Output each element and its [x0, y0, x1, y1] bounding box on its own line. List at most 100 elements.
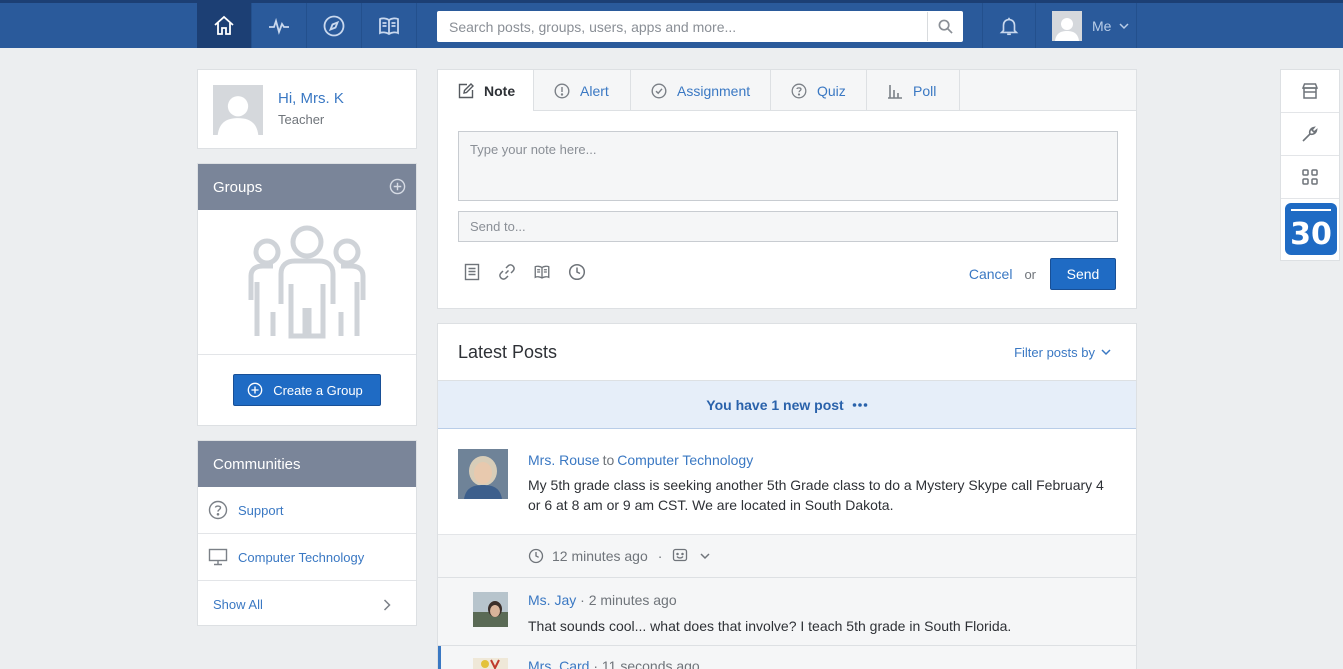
- post-group[interactable]: Computer Technology: [617, 452, 753, 468]
- post-meta: 12 minutes ago ·: [438, 535, 1136, 578]
- check-circle-icon: [651, 82, 667, 99]
- reply-author-avatar[interactable]: [473, 658, 508, 669]
- community-label: Support: [238, 502, 284, 518]
- reply-item: Ms. Jay · 2 minutes ago That sounds cool…: [438, 578, 1136, 646]
- file-attach-icon[interactable]: [463, 263, 481, 281]
- note-textarea[interactable]: [459, 132, 1117, 200]
- smiley-icon: [673, 548, 688, 562]
- tab-label: Assignment: [677, 82, 751, 99]
- right-app-rail: 30: [1280, 69, 1340, 261]
- profile-greeting[interactable]: Hi, Mrs. K: [278, 90, 344, 107]
- filter-posts-dropdown[interactable]: Filter posts by: [1014, 345, 1111, 360]
- feed-header: Latest Posts Filter posts by: [438, 324, 1136, 381]
- create-group-button[interactable]: Create a Group: [233, 374, 381, 406]
- reply-author[interactable]: Ms. Jay: [528, 592, 576, 608]
- tab-note[interactable]: Note: [438, 70, 534, 111]
- chevron-down-icon: [1119, 22, 1129, 29]
- reply-item: Mrs. Card · 11 seconds ago: [438, 646, 1136, 669]
- communities-panel: Communities Support Computer Technology …: [197, 440, 417, 626]
- groups-panel: Groups Create a Group: [197, 163, 417, 426]
- chevron-right-icon: [383, 598, 391, 611]
- show-all-label: Show All: [213, 597, 263, 612]
- link-icon[interactable]: [498, 263, 516, 281]
- chevron-down-icon: [1101, 349, 1111, 356]
- add-circle-icon[interactable]: [389, 178, 406, 195]
- separator-dot: ·: [580, 592, 589, 608]
- post-composer: Note Alert Assignment Quiz Poll Cancel: [437, 69, 1137, 309]
- profile-card: Hi, Mrs. K Teacher: [197, 69, 417, 149]
- question-icon: [791, 83, 807, 98]
- cancel-button[interactable]: Cancel: [969, 266, 1013, 282]
- ellipsis-icon: [852, 402, 868, 407]
- profile-avatar[interactable]: [213, 85, 263, 135]
- reply-text: That sounds cool... what does that invol…: [528, 618, 1012, 634]
- activity-pulse-icon: [269, 17, 289, 35]
- send-to-input[interactable]: [459, 212, 1117, 241]
- show-all-communities[interactable]: Show All: [198, 581, 416, 628]
- composer-tabs: Note Alert Assignment Quiz Poll: [438, 70, 1136, 111]
- tab-quiz[interactable]: Quiz: [771, 70, 867, 111]
- apps-grid-button[interactable]: [1281, 156, 1339, 199]
- author-photo-icon: [473, 592, 508, 627]
- activity-button[interactable]: [252, 3, 307, 48]
- backpack-button[interactable]: [362, 3, 417, 48]
- reply-author[interactable]: Mrs. Card: [528, 658, 589, 669]
- reaction-button[interactable]: [672, 548, 718, 564]
- tab-assignment[interactable]: Assignment: [631, 70, 771, 111]
- avatar: [1052, 10, 1082, 41]
- community-item-support[interactable]: Support: [198, 487, 416, 534]
- tab-label: Quiz: [817, 82, 846, 99]
- home-icon: [214, 15, 234, 35]
- search-icon: [938, 19, 953, 34]
- attachment-toolbar: [463, 263, 586, 281]
- new-post-text: You have 1 new post: [706, 396, 844, 413]
- notifications-button[interactable]: [982, 3, 1036, 48]
- monitor-icon: [208, 548, 228, 566]
- user-menu-label: Me: [1092, 17, 1112, 34]
- clock-icon[interactable]: [568, 263, 586, 281]
- community-item-computer-technology[interactable]: Computer Technology: [198, 534, 416, 581]
- new-post-banner[interactable]: You have 1 new post: [438, 381, 1136, 429]
- filter-label: Filter posts by: [1014, 344, 1095, 360]
- discover-button[interactable]: [307, 3, 362, 48]
- separator-dot: ·: [593, 658, 602, 669]
- post-time: 12 minutes ago: [552, 548, 648, 564]
- create-group-wrap: Create a Group: [198, 355, 416, 425]
- send-button[interactable]: Send: [1050, 258, 1116, 290]
- tools-button[interactable]: [1281, 113, 1339, 156]
- user-menu[interactable]: Me: [1037, 3, 1137, 48]
- calendar-icon: [1291, 209, 1331, 215]
- tab-poll[interactable]: Poll: [867, 70, 960, 111]
- reply-time: 11 seconds ago: [601, 658, 700, 669]
- book-icon: [379, 16, 399, 35]
- note-textarea-wrap: [458, 131, 1118, 201]
- author-photo-icon: [473, 658, 508, 669]
- author-photo-icon: [458, 449, 508, 499]
- post-to-word: to: [602, 452, 615, 468]
- library-book-icon[interactable]: [533, 263, 551, 281]
- communities-header: Communities: [198, 441, 416, 487]
- app-store-button[interactable]: [1281, 70, 1339, 113]
- calendar-day: 30: [1290, 217, 1332, 252]
- note-edit-icon: [458, 82, 474, 98]
- tab-alert[interactable]: Alert: [534, 70, 631, 111]
- tab-label: Note: [484, 82, 516, 99]
- search-input[interactable]: [437, 12, 927, 41]
- feed-title: Latest Posts: [458, 341, 558, 362]
- post-author[interactable]: Mrs. Rouse: [528, 452, 600, 468]
- community-label: Computer Technology: [238, 549, 365, 565]
- bar-chart-icon: [888, 84, 902, 99]
- calendar-button[interactable]: 30: [1285, 203, 1337, 255]
- or-text: or: [1024, 266, 1036, 282]
- composer-actions: Cancel or Send: [969, 258, 1116, 290]
- reply-author-avatar[interactable]: [473, 592, 508, 627]
- post-byline: Mrs. Rouse to Computer Technology: [528, 452, 753, 468]
- clock-icon: [528, 548, 544, 564]
- people-group-icon: [248, 225, 366, 339]
- post-author-avatar[interactable]: [458, 449, 508, 499]
- search-button[interactable]: [927, 12, 963, 41]
- home-button[interactable]: [197, 3, 252, 48]
- create-group-label: Create a Group: [273, 382, 363, 398]
- add-circle-icon: [247, 382, 263, 398]
- alert-icon: [554, 82, 570, 99]
